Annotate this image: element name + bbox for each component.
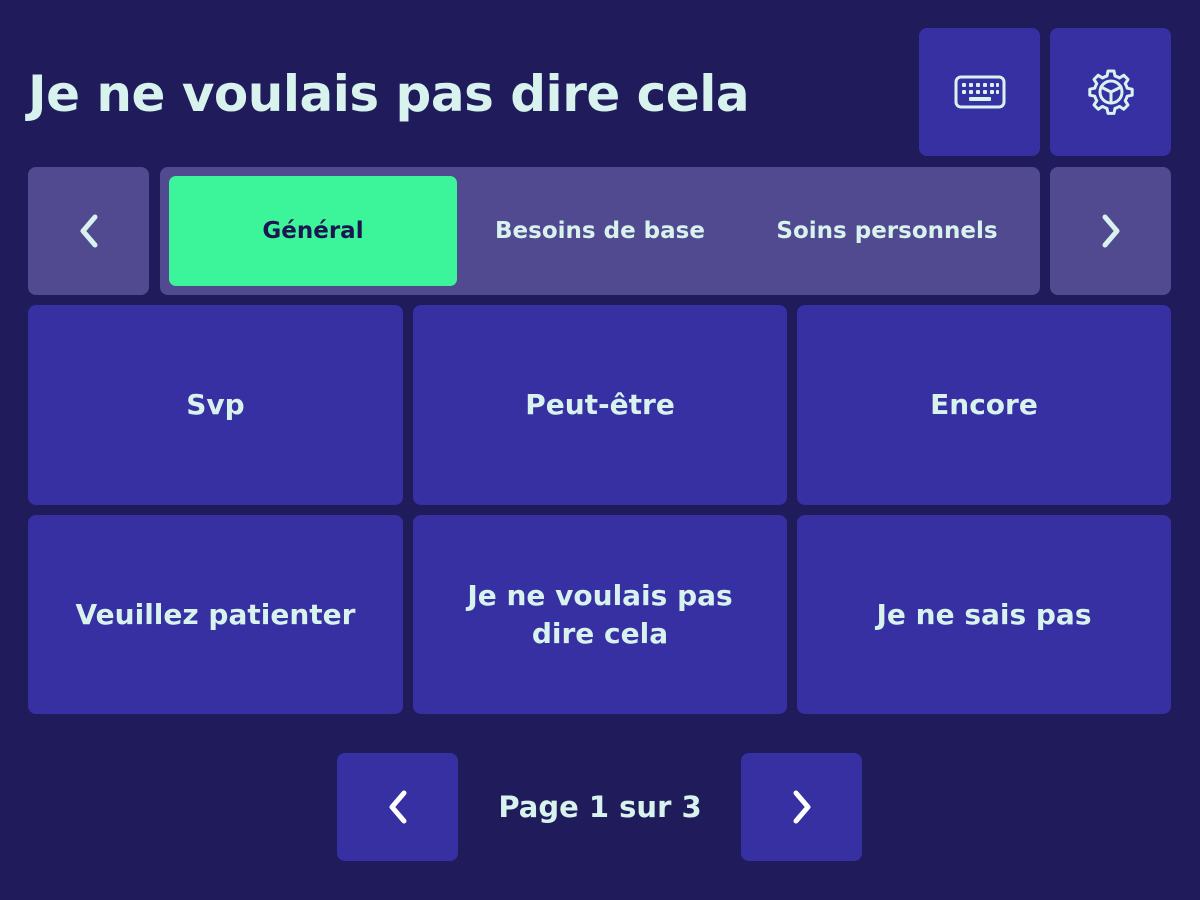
phrase-tile[interactable]: Je ne voulais pas dire cela <box>413 515 787 714</box>
category-prev-button[interactable] <box>28 167 149 295</box>
page-title: Je ne voulais pas dire cela <box>28 65 750 123</box>
phrase-label: Peut-être <box>525 388 675 421</box>
chevron-left-icon <box>385 787 411 827</box>
keyboard-icon <box>954 75 1006 109</box>
phrase-tile[interactable]: Je ne sais pas <box>797 515 1171 714</box>
chevron-right-icon <box>1098 211 1124 251</box>
phrase-label: Je ne voulais pas dire cela <box>467 578 733 650</box>
category-tabs: Général Besoins de base Soins personnels <box>160 167 1040 295</box>
keyboard-button[interactable] <box>919 28 1040 156</box>
phrase-tile[interactable]: Svp <box>28 305 403 505</box>
category-next-button[interactable] <box>1050 167 1171 295</box>
phrase-label: Je ne sais pas <box>876 597 1092 631</box>
tab-besoins-de-base[interactable]: Besoins de base <box>456 176 744 286</box>
chevron-right-icon <box>789 787 815 827</box>
phrase-label: Encore <box>930 388 1038 421</box>
chevron-left-icon <box>76 211 102 251</box>
phrase-tile[interactable]: Veuillez patienter <box>28 515 403 714</box>
tab-general[interactable]: Général <box>169 176 457 286</box>
tab-soins-personnels[interactable]: Soins personnels <box>743 176 1031 286</box>
phrase-tile[interactable]: Encore <box>797 305 1171 505</box>
phrase-tile[interactable]: Peut-être <box>413 305 787 505</box>
page-indicator: Page 1 sur 3 <box>498 790 702 824</box>
settings-button[interactable] <box>1050 28 1171 156</box>
page-next-button[interactable] <box>741 753 862 861</box>
gear-icon <box>1087 68 1135 116</box>
page-prev-button[interactable] <box>337 753 458 861</box>
phrase-label: Veuillez patienter <box>75 597 356 631</box>
phrase-label: Svp <box>186 388 245 421</box>
